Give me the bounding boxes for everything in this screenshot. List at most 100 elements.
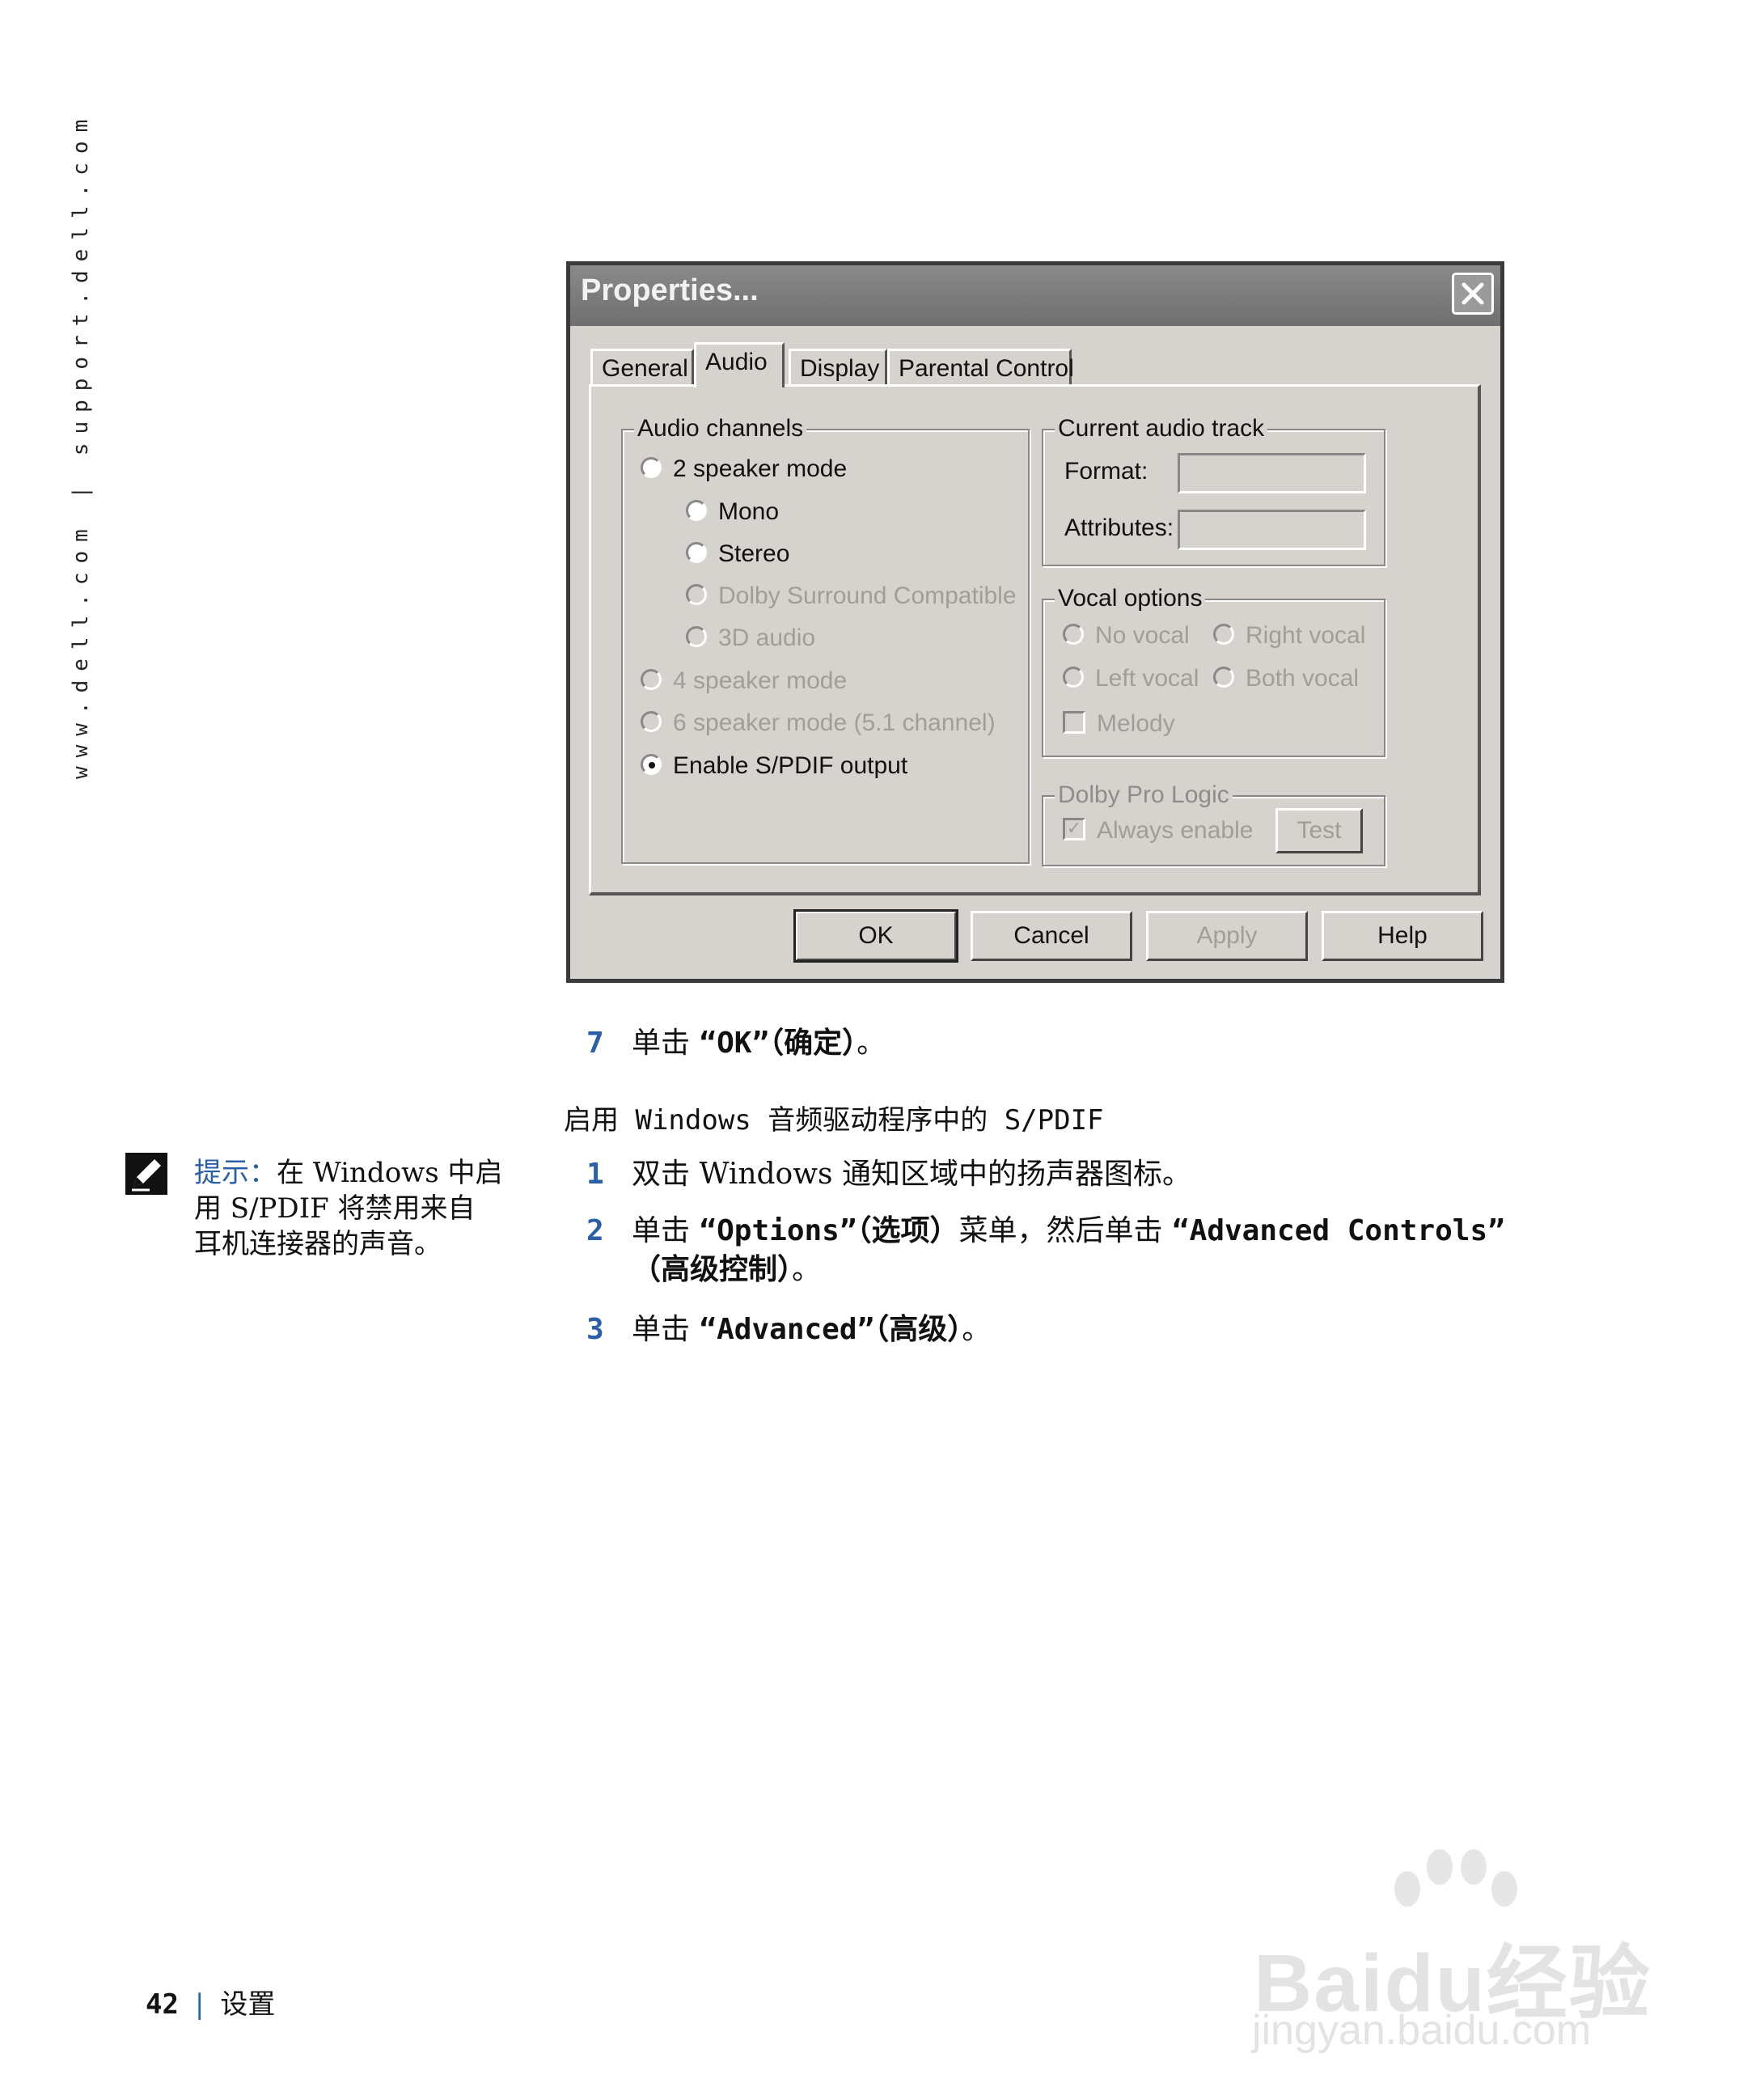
option-label: Mono	[718, 498, 780, 525]
radio-circle	[641, 711, 662, 733]
step-text: 单击	[632, 1313, 700, 1346]
option-label: Right vocal	[1246, 622, 1366, 649]
section-heading: 启用 Windows 音频驱动程序中的 S/PDIF	[564, 1104, 1104, 1137]
format-field[interactable]	[1178, 453, 1366, 493]
page-footer: 42 | 设置	[146, 1986, 275, 2023]
step-bold-text: “OK”（确定）	[699, 1027, 857, 1060]
radio-enable-spdif[interactable]: Enable S/PDIF output	[641, 750, 907, 782]
option-label: No vocal	[1095, 622, 1190, 649]
current-audio-track-group: Current audio track Format: Attributes:	[1042, 413, 1385, 566]
watermark-url: jingyan.baidu.com	[1252, 2007, 1592, 2054]
note-label: 提示：	[194, 1157, 277, 1189]
tab-parental-control[interactable]: Parental Control	[887, 349, 1074, 384]
vocal-options-group: Vocal options No vocal Right vocal Left …	[1042, 583, 1385, 757]
option-label: Left vocal	[1095, 665, 1199, 692]
note-content: 在 Windows 中启	[277, 1157, 503, 1189]
option-label: Both vocal	[1246, 665, 1360, 692]
cancel-button[interactable]: Cancel	[971, 911, 1132, 961]
radio-2-speaker-mode[interactable]: 2 speaker mode	[641, 453, 847, 485]
dolby-pro-logic-label: Dolby Pro Logic	[1055, 780, 1233, 811]
step-number: 2	[586, 1214, 604, 1247]
checkbox-always-enable: ✓ Always enable	[1063, 815, 1253, 847]
note-pencil-icon	[125, 1153, 167, 1195]
step-bold-text-3: （高级控制）	[632, 1253, 793, 1286]
radio-mono[interactable]: Mono	[686, 496, 779, 528]
step-text: 单击	[632, 1214, 700, 1247]
option-label: 3D audio	[718, 624, 816, 651]
step-text-end: 。	[857, 1027, 886, 1060]
attributes-label: Attributes:	[1064, 514, 1174, 541]
dolby-pro-logic-group: Dolby Pro Logic ✓ Always enable Test	[1042, 780, 1385, 866]
radio-both-vocal: Both vocal	[1213, 663, 1359, 695]
attributes-field[interactable]	[1178, 510, 1366, 550]
radio-circle	[686, 584, 707, 606]
step-bold-text-2: “Advanced Controls”	[1171, 1214, 1505, 1247]
step-text-mid: 菜单，然后单击	[958, 1214, 1172, 1247]
option-label: Stereo	[718, 540, 790, 567]
step-number: 1	[586, 1158, 604, 1191]
audio-channels-label: Audio channels	[634, 413, 807, 444]
radio-circle	[641, 669, 662, 691]
side-url[interactable]: www.dell.com | support.dell.com	[66, 111, 95, 779]
radio-circle	[686, 500, 707, 522]
close-icon	[1461, 282, 1484, 305]
close-button[interactable]	[1452, 273, 1494, 315]
step-text: 单击	[632, 1027, 700, 1060]
step-1: 1 双击 Windows 通知区域中的扬声器图标。	[586, 1155, 1191, 1194]
radio-circle	[1213, 667, 1234, 688]
radio-dolby-surround: Dolby Surround Compatible	[686, 580, 1017, 612]
radio-circle-checked	[641, 754, 662, 776]
checkbox-checked-icon: ✓	[1063, 818, 1085, 841]
step-number: 3	[586, 1313, 604, 1346]
footer-separator: |	[194, 1988, 205, 2021]
ok-button[interactable]: OK	[793, 909, 958, 963]
radio-6-speaker-mode: 6 speaker mode (5.1 channel)	[641, 707, 996, 739]
radio-circle	[641, 457, 662, 479]
step-text-end: 。	[792, 1253, 822, 1286]
dialog-titlebar: Properties...	[570, 265, 1500, 326]
step-2-continuation: （高级控制）。	[632, 1251, 821, 1289]
format-label: Format:	[1064, 458, 1148, 485]
option-label: Enable S/PDIF output	[673, 752, 908, 779]
apply-button: Apply	[1146, 911, 1308, 961]
radio-circle	[1063, 667, 1084, 688]
option-label: Always enable	[1097, 817, 1254, 844]
step-text: 双击 Windows 通知区域中的扬声器图标。	[632, 1158, 1191, 1191]
tab-audio[interactable]: Audio	[694, 342, 785, 387]
tab-general[interactable]: General	[590, 349, 694, 384]
step-7: 7 单击 “OK”（确定）。	[586, 1024, 886, 1063]
option-label: 2 speaker mode	[673, 455, 848, 482]
step-bold-text: “Options”（选项）	[699, 1214, 959, 1247]
option-label: Melody	[1097, 710, 1175, 737]
page-number: 42	[146, 1988, 179, 2021]
checkbox-box	[1063, 711, 1085, 735]
radio-left-vocal: Left vocal	[1063, 663, 1199, 695]
tab-display[interactable]: Display	[789, 349, 887, 384]
step-number: 7	[586, 1027, 604, 1060]
note-text: 提示：在 Windows 中启 用 S/PDIF 将禁用来自 耳机连接器的声音。	[194, 1155, 510, 1262]
audio-channels-group: Audio channels 2 speaker mode Mono Stere…	[621, 413, 1030, 864]
note-line-1: 提示：在 Windows 中启	[194, 1155, 510, 1191]
audio-tab-panel: Audio channels 2 speaker mode Mono Stere…	[589, 384, 1481, 895]
option-label: 6 speaker mode (5.1 channel)	[673, 709, 996, 736]
radio-circle	[1213, 624, 1234, 646]
note-line-2: 用 S/PDIF 将禁用来自	[194, 1192, 476, 1225]
vocal-options-label: Vocal options	[1055, 583, 1206, 614]
current-audio-track-label: Current audio track	[1055, 413, 1268, 444]
option-label: Dolby Surround Compatible	[718, 582, 1017, 609]
checkbox-melody: Melody	[1063, 708, 1175, 740]
radio-stereo[interactable]: Stereo	[686, 538, 789, 570]
step-bold-text: “Advanced”（高级）	[699, 1313, 962, 1346]
test-button: Test	[1275, 808, 1363, 853]
radio-circle	[686, 542, 707, 564]
radio-right-vocal: Right vocal	[1213, 620, 1365, 652]
dialog-title: Properties...	[581, 273, 759, 307]
step-2: 2 单击 “Options”（选项）菜单，然后单击 “Advanced Contr…	[586, 1212, 1505, 1251]
step-3: 3 单击 “Advanced”（高级）。	[586, 1310, 991, 1349]
radio-3d-audio: 3D audio	[686, 622, 815, 654]
radio-4-speaker-mode: 4 speaker mode	[641, 665, 847, 697]
radio-no-vocal: No vocal	[1063, 620, 1190, 652]
radio-circle	[686, 626, 707, 648]
properties-dialog: Properties... General Audio Display Pare…	[566, 261, 1504, 983]
help-button[interactable]: Help	[1322, 911, 1483, 961]
